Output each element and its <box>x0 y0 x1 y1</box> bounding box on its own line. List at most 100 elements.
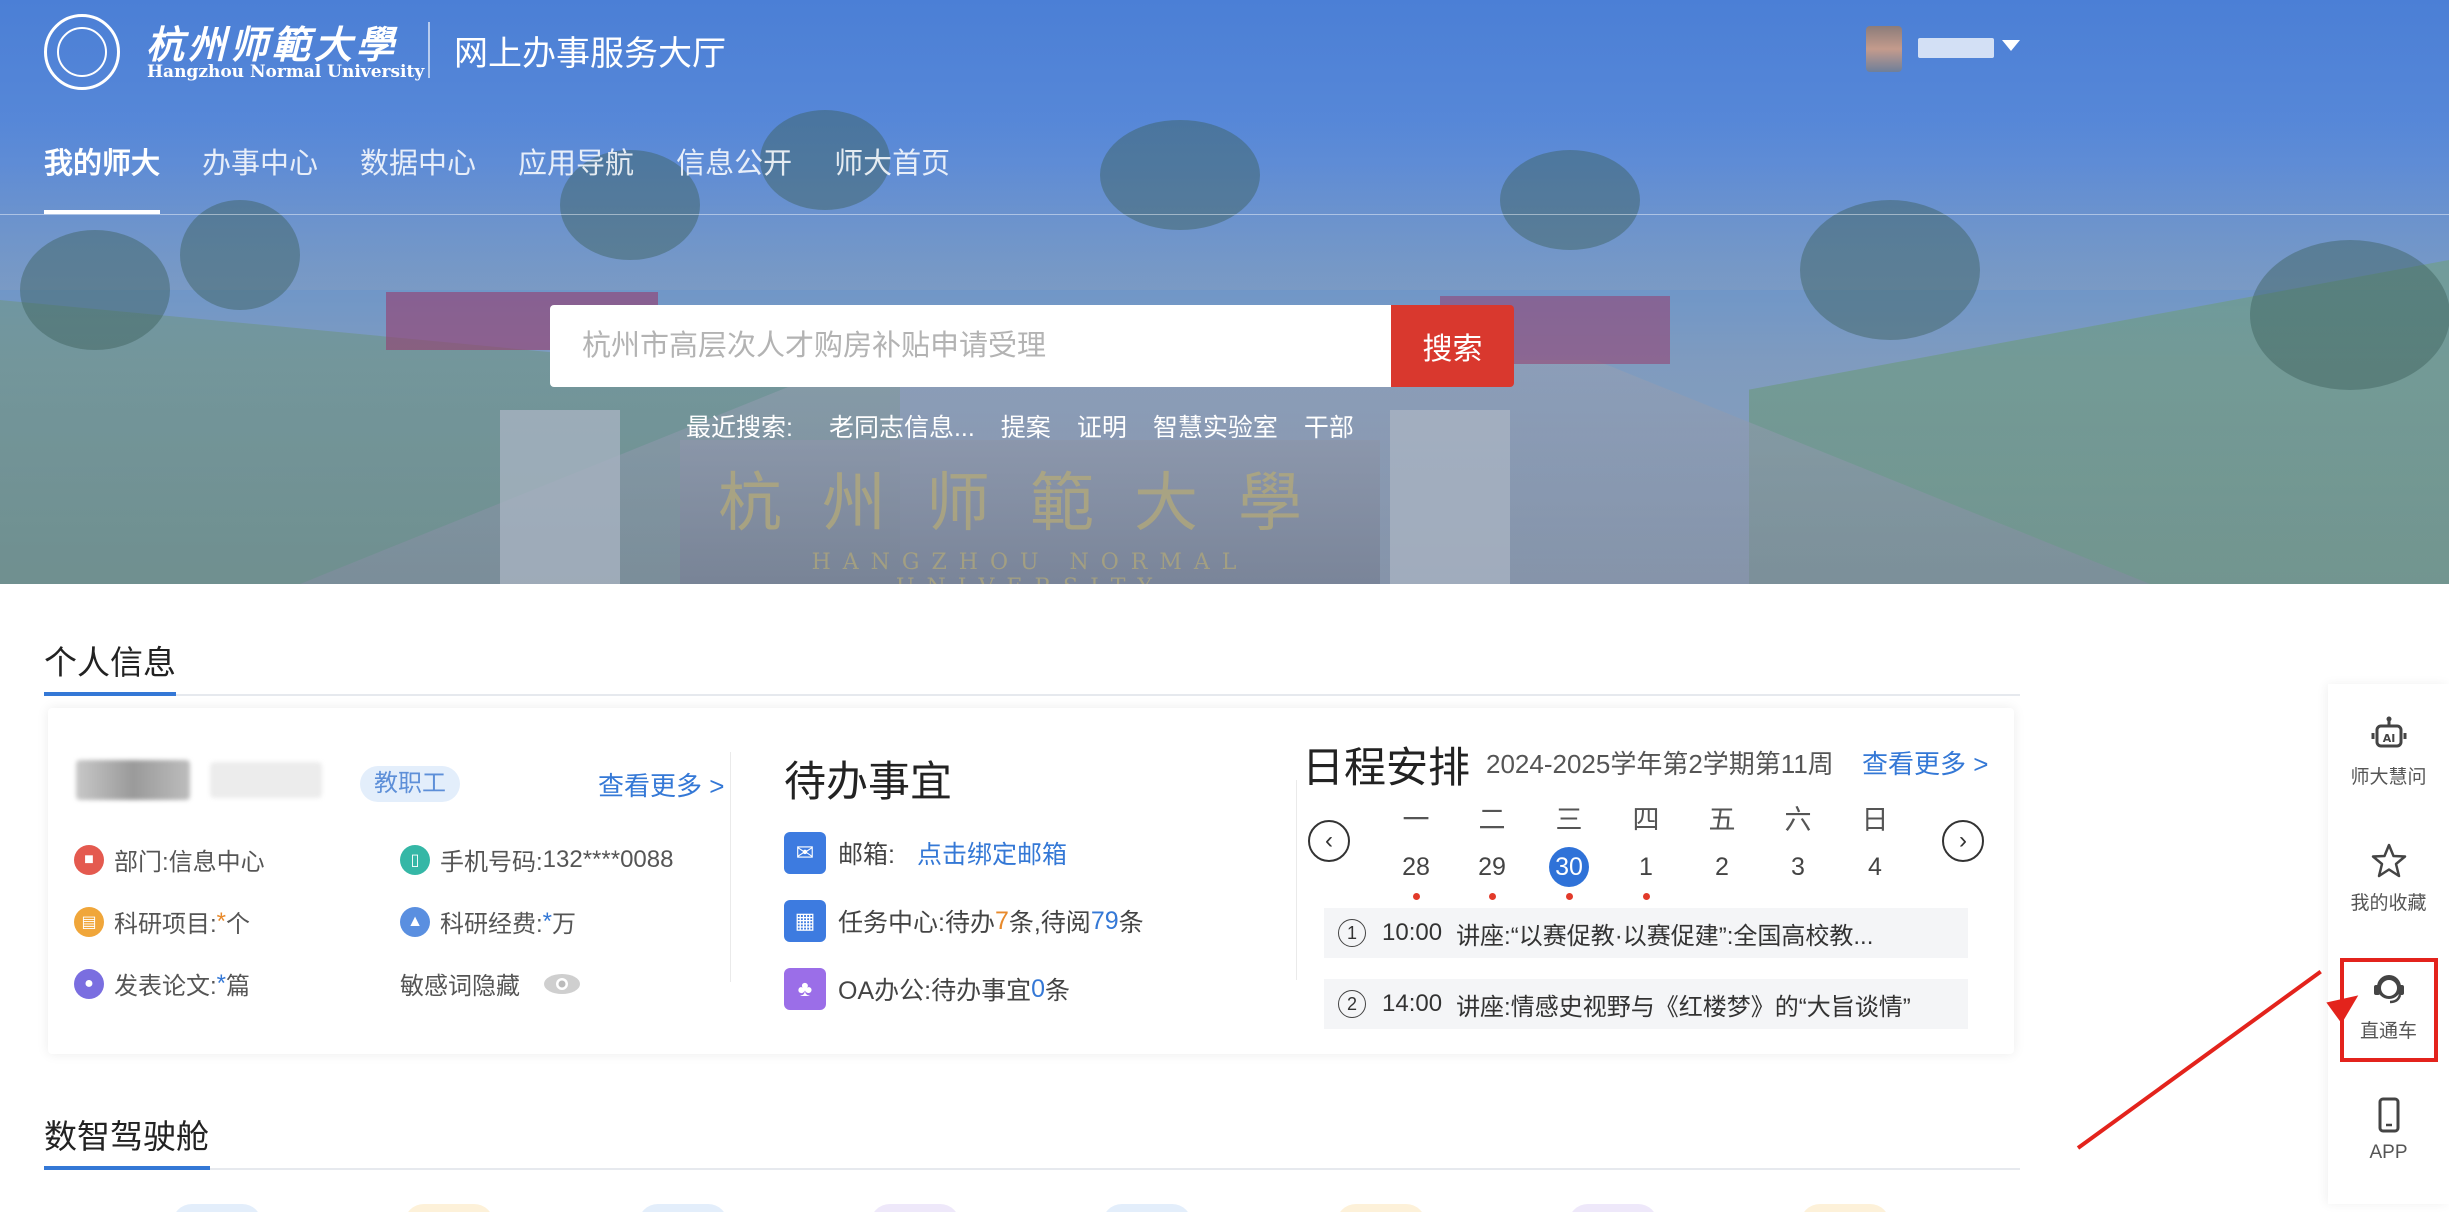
recent-search-tag[interactable]: 提案 <box>1001 408 1051 444</box>
recent-searches: 最近搜索: 老同志信息... 提案 证明 智慧实验室 干部 <box>686 408 1380 444</box>
project-value: * <box>216 907 227 935</box>
cockpit-tile[interactable] <box>1336 1204 1426 1212</box>
sidebar-item-label: 师大慧问 <box>2350 767 2427 788</box>
calendar-day[interactable]: 一 28 <box>1386 798 1446 900</box>
nav-item-my-school[interactable]: 我的师大 <box>44 140 161 214</box>
paper-value: * <box>216 969 227 997</box>
project-unit: 个 <box>226 911 251 938</box>
day-number: 30 <box>1549 847 1589 887</box>
search-button[interactable]: 搜索 <box>1391 305 1514 387</box>
chevron-left-icon[interactable]: ‹ <box>1308 820 1350 862</box>
calendar-day[interactable]: 六 3 <box>1768 798 1828 887</box>
cockpit-tile[interactable] <box>1800 1204 1890 1212</box>
oa-row[interactable]: ♣ OA办公:待办事宜 0 条 <box>784 968 1070 1010</box>
annotation-arrow <box>2076 970 2322 1150</box>
gate-inscription-en: HANGZHOU NORMAL UNIVERSITY <box>811 550 1249 584</box>
paper-unit: 篇 <box>226 973 251 1000</box>
weekday-label: 日 <box>1861 805 1889 835</box>
task-mid: 条,待阅 <box>1008 909 1091 937</box>
logo-chinese[interactable]: 杭州师範大學 <box>146 14 398 69</box>
nav-divider <box>0 214 2449 215</box>
event-time: 14:00 <box>1382 990 1443 1017</box>
recent-search-tag[interactable]: 老同志信息... <box>829 408 975 444</box>
paper-label: 发表论文: <box>114 973 217 1000</box>
mail-row: ✉ 邮箱: 点击绑定邮箱 <box>784 832 1067 874</box>
eye-icon[interactable] <box>542 972 582 996</box>
cockpit-tile[interactable] <box>638 1204 728 1212</box>
sidebar-item-label: 我的收藏 <box>2350 893 2427 914</box>
phone-row: ▯ 手机号码: 132****0088 <box>400 842 673 877</box>
funding-label: 科研经费: <box>440 911 543 938</box>
nav-item-info-public[interactable]: 信息公开 <box>676 140 792 214</box>
nav-item-app-nav[interactable]: 应用导航 <box>518 140 634 214</box>
department-label: 部门: <box>114 849 169 876</box>
hero-banner: 杭州师範大學 HANGZHOU NORMAL UNIVERSITY <box>0 0 2449 584</box>
column-divider <box>1296 780 1297 980</box>
search-input[interactable] <box>550 305 1392 387</box>
building-icon: ■ <box>74 844 104 875</box>
star-icon <box>2370 842 2408 880</box>
money-icon: ▲ <box>400 906 430 937</box>
event-dot <box>1412 893 1420 900</box>
user-name-redacted[interactable] <box>1918 38 1994 58</box>
robot-icon: AI <box>2370 716 2408 754</box>
personal-more-link[interactable]: 查看更多 > <box>598 766 724 803</box>
funding-unit: 万 <box>552 911 577 938</box>
schedule-event[interactable]: 1 10:00 讲座:“以赛促教·以赛促建”:全国高校教... <box>1324 908 1968 958</box>
cockpit-tile[interactable] <box>1568 1204 1658 1212</box>
calendar-day[interactable]: 四 1 <box>1616 798 1676 900</box>
nav-item-service-center[interactable]: 办事中心 <box>202 140 318 214</box>
funding-row: ▲ 科研经费: * 万 <box>400 904 576 939</box>
avatar[interactable] <box>1866 26 1902 72</box>
task-suffix: 条 <box>1118 909 1144 937</box>
oa-suffix: 条 <box>1044 977 1070 1005</box>
calendar-day[interactable]: 日 4 <box>1845 798 1905 887</box>
logo-divider <box>428 22 430 78</box>
task-pending-count: 7 <box>994 906 1009 935</box>
cockpit-tile[interactable] <box>404 1204 494 1212</box>
chevron-down-icon[interactable] <box>2002 40 2020 51</box>
phone-icon <box>2370 1096 2408 1134</box>
section-underline <box>44 1166 210 1170</box>
mail-label: 邮箱: <box>838 841 895 869</box>
university-emblem-icon[interactable] <box>44 14 120 90</box>
sidebar-item-app[interactable]: APP <box>2328 1096 2449 1164</box>
oa-prefix: OA办公:待办事宜 <box>838 977 1032 1005</box>
cockpit-tile[interactable] <box>870 1204 960 1212</box>
recent-search-tag[interactable]: 干部 <box>1304 408 1354 444</box>
sidebar-item-ai-assistant[interactable]: AI 师大慧问 <box>2328 716 2449 789</box>
day-number: 2 <box>1715 853 1729 881</box>
task-row[interactable]: ▦ 任务中心:待办 7 条,待阅 79 条 <box>784 900 1144 942</box>
user-id-redacted <box>210 762 322 798</box>
phone-value: 132****0088 <box>542 845 674 873</box>
calendar-day[interactable]: 五 2 <box>1692 798 1752 887</box>
task-read-count: 79 <box>1090 906 1119 935</box>
schedule-more-link[interactable]: 查看更多 > <box>1862 744 1988 781</box>
nav-item-homepage[interactable]: 师大首页 <box>834 140 950 214</box>
calendar-day-today[interactable]: 三 30 <box>1539 798 1599 900</box>
site-title: 网上办事服务大厅 <box>454 35 726 73</box>
section-title-cockpit: 数智驾驶舱 <box>44 1118 209 1155</box>
weekday-label: 三 <box>1555 805 1583 835</box>
cockpit-tile[interactable] <box>1102 1204 1192 1212</box>
chevron-right-icon[interactable]: › <box>1942 820 1984 862</box>
recent-search-tag[interactable]: 智慧实验室 <box>1153 408 1278 444</box>
schedule-event[interactable]: 2 14:00 讲座:情感史视野与《红楼梦》的“大旨谈情” <box>1324 979 1968 1029</box>
bind-mail-link[interactable]: 点击绑定邮箱 <box>917 835 1067 871</box>
org-chart-icon: ♣ <box>784 968 826 1010</box>
cockpit-tile[interactable] <box>172 1204 262 1212</box>
section-divider <box>210 1168 2020 1170</box>
section-title-personal: 个人信息 <box>44 644 176 681</box>
department-value: 信息中心 <box>168 849 265 876</box>
calendar-day[interactable]: 二 29 <box>1462 798 1522 900</box>
sidebar-item-favorites[interactable]: 我的收藏 <box>2328 842 2449 915</box>
role-badge: 教职工 <box>360 766 460 802</box>
day-number: 1 <box>1639 853 1653 881</box>
user-name-redacted <box>76 760 190 800</box>
day-number: 4 <box>1868 853 1882 881</box>
logo-english[interactable]: Hangzhou Normal University <box>147 62 424 82</box>
recent-search-tag[interactable]: 证明 <box>1077 408 1127 444</box>
mail-icon: ✉ <box>784 832 826 874</box>
nav-item-data-center[interactable]: 数据中心 <box>360 140 476 214</box>
event-text: 讲座:情感史视野与《红楼梦》的“大旨谈情” <box>1456 993 1911 1021</box>
